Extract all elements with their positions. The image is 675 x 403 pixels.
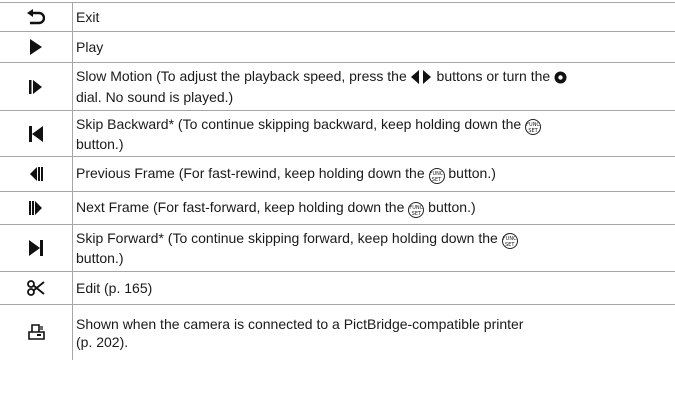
icon-cell	[0, 3, 73, 31]
exit-icon	[27, 9, 45, 25]
row-text-part: Next Frame (For fast-forward, keep holdi…	[76, 199, 409, 215]
func-set-button-icon: FUNC SET	[408, 202, 425, 218]
table-row-exit: Exit	[0, 2, 675, 31]
control-dial-icon	[554, 70, 567, 88]
edit-scissors-icon	[27, 280, 45, 296]
previous-frame-icon	[28, 166, 44, 182]
func-set-button-icon: FUNC SET	[525, 118, 542, 135]
row-text-part: button.)	[76, 135, 124, 152]
row-text-part: Shown when the camera is connected to a …	[76, 315, 524, 332]
row-label: Exit	[76, 9, 100, 25]
row-label: Play	[76, 39, 104, 55]
row-text-part: button.)	[444, 165, 496, 181]
row-text-part: Slow Motion (To adjust the playback spee…	[76, 68, 411, 84]
row-text-part: button.)	[76, 250, 124, 266]
row-label: Edit (p. 165)	[76, 280, 153, 296]
print-icon	[27, 324, 45, 341]
table-row-skip-forward: Skip Forward* (To continue skipping forw…	[0, 224, 675, 271]
row-text-part: Previous Frame (For fast-rewind, keep ho…	[76, 165, 429, 181]
table-row-edit: Edit (p. 165)	[0, 271, 675, 304]
table-row-play: Play	[0, 31, 675, 62]
table-row-slow-motion: Slow Motion (To adjust the playback spee…	[0, 62, 675, 110]
table-row-skip-backward: Skip Backward* (To continue skipping bac…	[0, 110, 675, 156]
func-set-button-icon: FUNC SET	[501, 233, 518, 249]
row-text-part: dial. No sound is played.)	[76, 89, 234, 105]
playback-controls-table: Exit Play Slow Motion (To adjust the pla…	[0, 2, 675, 360]
row-text-part: Skip Forward* (To continue skipping forw…	[76, 230, 502, 246]
row-text-part: Skip Backward* (To continue skipping bac…	[76, 115, 526, 132]
row-text-part: button.)	[424, 199, 476, 215]
table-row-previous-frame: Previous Frame (For fast-rewind, keep ho…	[0, 156, 675, 191]
skip-backward-icon	[29, 125, 43, 142]
slow-motion-icon	[29, 79, 43, 95]
table-row-next-frame: Next Frame (For fast-forward, keep holdi…	[0, 191, 675, 224]
play-icon	[29, 39, 43, 55]
next-frame-icon	[28, 200, 44, 216]
row-text-part: (p. 202).	[76, 333, 129, 350]
row-text-part: buttons or turn the	[432, 68, 555, 84]
func-set-button-icon: FUNC SET	[428, 168, 445, 184]
skip-forward-icon	[29, 240, 43, 256]
left-right-buttons-icon	[410, 70, 433, 88]
table-row-print: Shown when the camera is connected to a …	[0, 304, 675, 360]
